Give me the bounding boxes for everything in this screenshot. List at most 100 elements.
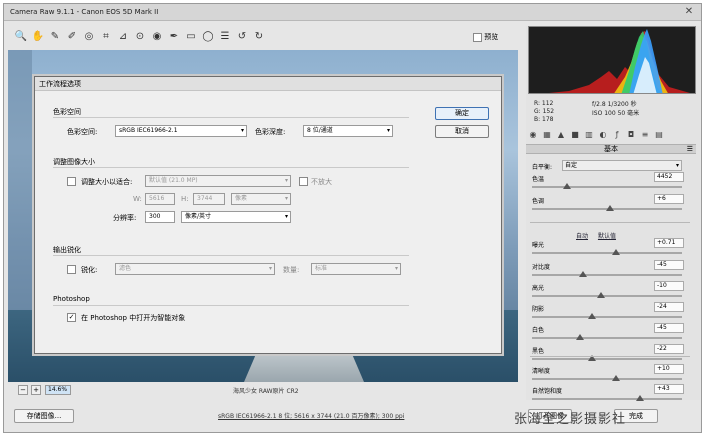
snapshots-tab-icon[interactable]: ▤ xyxy=(654,130,664,140)
slider-value-input[interactable]: -22 xyxy=(654,344,684,354)
histogram xyxy=(528,26,696,94)
slider-thumb[interactable] xyxy=(612,375,620,381)
radial-filter-icon[interactable]: ◯ xyxy=(201,30,215,44)
zoom-icon[interactable]: 🔍 xyxy=(14,30,28,44)
right-panel: R: 112 G: 152 B: 178 f/2.8 1/3200 秒 ISO … xyxy=(526,26,700,401)
window-title: Camera Raw 9.1.1 - Canon EOS 5D Mark II xyxy=(10,8,159,16)
zoom-out-button[interactable]: − xyxy=(18,385,28,395)
green-value: G: 152 xyxy=(534,108,555,115)
slider-value-input[interactable]: +43 xyxy=(654,384,684,394)
color-space-group: 色彩空间 色彩空间: sRGB IEC61966-2.1 ▾ 色彩深度: 8 位… xyxy=(53,107,409,157)
file-name: 海风少女 RAW原片 CR2 xyxy=(233,388,299,395)
height-input[interactable]: 3744 xyxy=(193,193,225,205)
slider-thumb[interactable] xyxy=(576,334,584,340)
slider-track[interactable] xyxy=(532,186,682,188)
slider-track[interactable] xyxy=(532,398,682,400)
smart-object-checkbox[interactable]: ✓ xyxy=(67,313,76,322)
slider-thumb[interactable] xyxy=(606,205,614,211)
preferences-icon[interactable]: ☰ xyxy=(218,30,232,44)
target-adjust-icon[interactable]: ◎ xyxy=(82,30,96,44)
crop-icon[interactable]: ⌗ xyxy=(99,30,113,44)
no-enlarge-checkbox[interactable] xyxy=(299,177,308,186)
smart-object-label: 在 Photoshop 中打开为智能对象 xyxy=(81,314,186,322)
slider-value-input[interactable]: +10 xyxy=(654,364,684,374)
resize-checkbox[interactable] xyxy=(67,177,76,186)
rotate-right-icon[interactable]: ↻ xyxy=(252,30,266,44)
width-input[interactable]: 5616 xyxy=(145,193,175,205)
zoom-in-button[interactable]: + xyxy=(31,385,41,395)
split-tone-tab-icon[interactable]: ▥ xyxy=(584,130,594,140)
rotate-left-icon[interactable]: ↺ xyxy=(235,30,249,44)
wb-select[interactable]: 自定 ▾ xyxy=(562,160,682,171)
slider-track[interactable] xyxy=(532,295,682,297)
slider-value-input[interactable]: -24 xyxy=(654,302,684,312)
preview-toggle[interactable]: 预览 xyxy=(473,32,498,42)
basic-tab-icon[interactable]: ◉ xyxy=(528,130,538,140)
photoshop-group: Photoshop ✓ 在 Photoshop 中打开为智能对象 xyxy=(53,295,409,335)
camera-calibration-tab-icon[interactable]: ◘ xyxy=(626,130,636,140)
resolution-unit-select[interactable]: 像素/英寸 ▾ xyxy=(181,211,291,223)
slider-thumb[interactable] xyxy=(612,249,620,255)
tone-curve-tab-icon[interactable]: ▦ xyxy=(542,130,552,140)
slider-thumb[interactable] xyxy=(579,271,587,277)
color-sampler-icon[interactable]: ✐ xyxy=(65,30,79,44)
sharpen-select[interactable]: 滤色 ▾ xyxy=(115,263,275,275)
slider-track[interactable] xyxy=(532,337,682,339)
slider-track[interactable] xyxy=(532,252,682,254)
amount-select[interactable]: 标准 ▾ xyxy=(311,263,401,275)
zoom-level[interactable]: 14.6% xyxy=(45,385,71,395)
straighten-icon[interactable]: ⊿ xyxy=(116,30,130,44)
save-image-button[interactable]: 存储图像... xyxy=(14,409,74,423)
slider-label: 色调 xyxy=(532,198,545,205)
slider-thumb[interactable] xyxy=(597,292,605,298)
lens-tab-icon[interactable]: ◐ xyxy=(598,130,608,140)
slider-1: 色温 4452 xyxy=(532,172,692,194)
slider-value-input[interactable]: -45 xyxy=(654,323,684,333)
detail-tab-icon[interactable]: ▲ xyxy=(556,130,566,140)
wb-label: 白平衡: xyxy=(532,164,553,171)
slider-thumb[interactable] xyxy=(636,395,644,401)
slider-track[interactable] xyxy=(532,316,682,318)
spot-removal-icon[interactable]: ⊙ xyxy=(133,30,147,44)
close-icon[interactable]: ✕ xyxy=(681,6,697,18)
resolution-input[interactable]: 300 xyxy=(145,211,175,223)
adjustment-brush-icon[interactable]: ✒ xyxy=(167,30,181,44)
eyedropper-icon[interactable]: ✎ xyxy=(48,30,62,44)
ok-button[interactable]: 确定 xyxy=(435,107,489,120)
workflow-options-link[interactable]: sRGB IEC61966-2.1 8 位; 5616 x 3744 (21.0… xyxy=(218,411,404,420)
presets-tab-icon[interactable]: ≡ xyxy=(640,130,650,140)
color-depth-select[interactable]: 8 位/通道 ▾ xyxy=(303,125,393,137)
hsl-tab-icon[interactable]: ■ xyxy=(570,130,580,140)
chevron-down-icon: ▾ xyxy=(675,162,679,169)
histogram-graph xyxy=(549,29,690,93)
sharpen-label: 锐化: xyxy=(81,266,98,274)
color-space-select[interactable]: sRGB IEC61966-2.1 ▾ xyxy=(115,125,247,137)
graduated-filter-icon[interactable]: ▭ xyxy=(184,30,198,44)
cancel-button[interactable]: 取消 xyxy=(435,125,489,138)
size-unit-select[interactable]: 像素 ▾ xyxy=(231,193,291,205)
default-link[interactable]: 默认值 xyxy=(598,233,616,240)
preview-checkbox[interactable] xyxy=(473,32,482,42)
hand-icon[interactable]: ✋ xyxy=(31,30,45,44)
divider xyxy=(530,356,690,357)
fx-tab-icon[interactable]: ƒ xyxy=(612,130,622,140)
red-eye-icon[interactable]: ◉ xyxy=(150,30,164,44)
slider-track[interactable] xyxy=(532,358,682,360)
slider-value-input[interactable]: 4452 xyxy=(654,172,684,182)
slider-value-input[interactable]: -10 xyxy=(654,281,684,291)
chevron-down-icon: ▾ xyxy=(394,265,398,272)
auto-default-row: 自动 默认值 xyxy=(576,231,624,240)
slider-value-input[interactable]: +6 xyxy=(654,194,684,204)
auto-link[interactable]: 自动 xyxy=(576,233,588,240)
slider-track[interactable] xyxy=(532,274,682,276)
panel-menu-icon[interactable]: ☰ xyxy=(687,145,693,153)
slider-thumb[interactable] xyxy=(588,313,596,319)
sharpen-checkbox[interactable] xyxy=(67,265,76,274)
slider-thumb[interactable] xyxy=(562,183,571,189)
resize-fit-select[interactable]: 默认值 (21.0 MP) ▾ xyxy=(145,175,291,187)
chevron-down-icon: ▾ xyxy=(268,265,272,272)
slider-2: 色调 +6 xyxy=(532,194,692,216)
slider-track[interactable] xyxy=(532,378,682,380)
slider-value-input[interactable]: +0.71 xyxy=(654,238,684,248)
slider-value-input[interactable]: -45 xyxy=(654,260,684,270)
